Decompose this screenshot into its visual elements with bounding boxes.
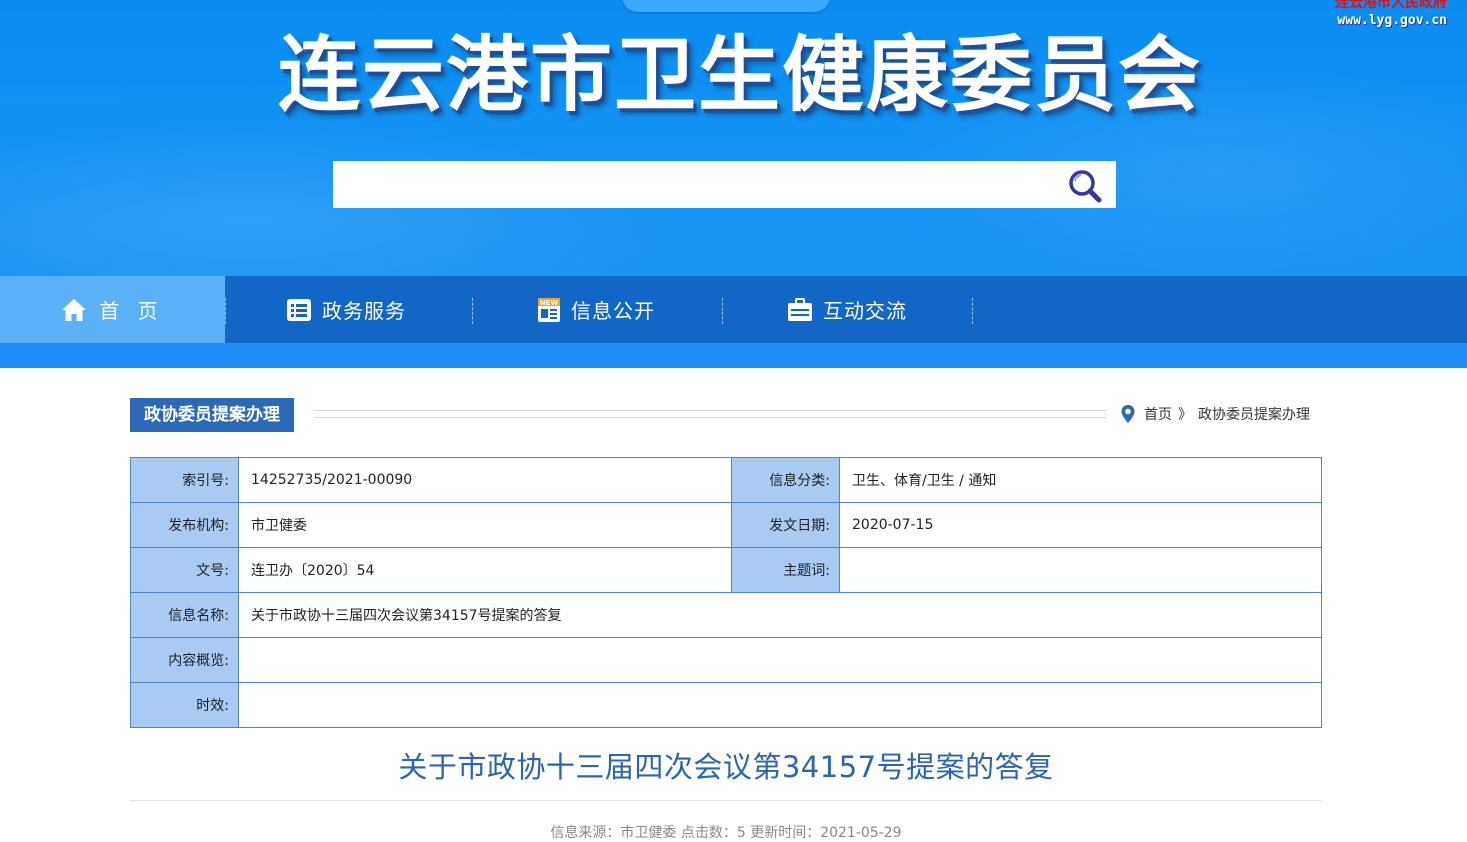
- nav-item-interaction[interactable]: 互动交流: [787, 276, 907, 343]
- location-pin-icon: [1121, 405, 1135, 423]
- gov-portal-name: 连云港市人民政府: [1335, 0, 1447, 11]
- validity-value: [238, 682, 1322, 728]
- date-label: 发文日期:: [731, 502, 840, 548]
- nav-item-home[interactable]: 首 页: [0, 276, 225, 343]
- table-row: 内容概览:: [130, 637, 1322, 683]
- main-nav: 首 页 政务服务 NEW 信息公开 互动交流: [0, 276, 1467, 343]
- site-title: 连云港市卫生健康委员会: [278, 28, 1203, 123]
- article-info: 信息来源：市卫健委 点击数：5 更新时间：2021-05-29: [550, 825, 902, 841]
- doc-number-label: 文号:: [130, 547, 239, 593]
- breadcrumb-home[interactable]: 首页: [1144, 404, 1172, 424]
- summary-label: 内容概览:: [130, 637, 239, 683]
- nav-divider: [972, 298, 973, 324]
- table-row: 信息名称: 关于市政协十三届四次会议第34157号提案的答复: [130, 592, 1322, 638]
- home-icon: [62, 298, 87, 321]
- list-icon: [287, 298, 311, 321]
- article-title: 关于市政协十三届四次会议第34157号提案的答复: [398, 750, 1054, 784]
- table-row: 文号: 连卫办〔2020〕54 主题词:: [130, 547, 1322, 593]
- doc-number-value: 连卫办〔2020〕54: [238, 547, 732, 593]
- info-name-value: 关于市政协十三届四次会议第34157号提案的答复: [238, 592, 1322, 638]
- nav-item-info-disclosure[interactable]: NEW 信息公开: [537, 276, 655, 343]
- keywords-label: 主题词:: [731, 547, 840, 593]
- index-label: 索引号:: [130, 457, 239, 503]
- breadcrumb-separator: 》: [1178, 407, 1192, 423]
- section-title: 政协委员提案办理: [130, 398, 294, 432]
- nav-label-interaction: 互动交流: [823, 299, 907, 323]
- breadcrumb-current[interactable]: 政协委员提案办理: [1198, 404, 1310, 424]
- category-label: 信息分类:: [731, 457, 840, 503]
- publisher-value: 市卫健委: [238, 502, 732, 548]
- gov-portal-url: www.lyg.gov.cn: [1337, 13, 1447, 28]
- date-value: 2020-07-15: [839, 502, 1322, 548]
- validity-label: 时效:: [130, 682, 239, 728]
- briefcase-icon: [788, 297, 812, 321]
- keywords-value: [839, 547, 1322, 593]
- news-icon: NEW: [538, 297, 560, 322]
- svg-text:NEW: NEW: [540, 299, 559, 307]
- search-bar: [333, 161, 1116, 208]
- search-input[interactable]: [333, 161, 1053, 208]
- table-row: 时效:: [130, 682, 1322, 728]
- breadcrumb: 首页 》 政协委员提案办理: [1120, 402, 1310, 426]
- section-divider: [314, 410, 1106, 418]
- summary-value: [238, 637, 1322, 683]
- search-button[interactable]: [1064, 166, 1106, 204]
- document-info-table: 索引号: 14252735/2021-00090 信息分类: 卫生、体育/卫生 …: [130, 457, 1322, 728]
- gov-portal-link[interactable]: 连云港市人民政府 www.lyg.gov.cn: [1335, 0, 1447, 30]
- search-icon: [1069, 170, 1102, 203]
- index-value: 14252735/2021-00090: [238, 457, 732, 503]
- nav-divider: [722, 298, 723, 324]
- table-row: 索引号: 14252735/2021-00090 信息分类: 卫生、体育/卫生 …: [130, 457, 1322, 503]
- info-name-label: 信息名称:: [130, 592, 239, 638]
- article-divider: [130, 800, 1322, 801]
- site-banner: 连云港市卫生健康委员会 连云港市人民政府 www.lyg.gov.cn: [0, 0, 1467, 276]
- publisher-label: 发布机构:: [130, 502, 239, 548]
- nav-label-info-disclosure: 信息公开: [571, 299, 655, 323]
- category-value: 卫生、体育/卫生 / 通知: [839, 457, 1322, 503]
- nav-label-home: 首 页: [99, 299, 164, 323]
- nav-label-gov-services: 政务服务: [322, 299, 406, 323]
- nav-item-gov-services[interactable]: 政务服务: [286, 276, 406, 343]
- nav-strip: [0, 343, 1467, 368]
- table-row: 发布机构: 市卫健委 发文日期: 2020-07-15: [130, 502, 1322, 548]
- nav-divider: [472, 298, 473, 324]
- nav-divider: [225, 298, 226, 324]
